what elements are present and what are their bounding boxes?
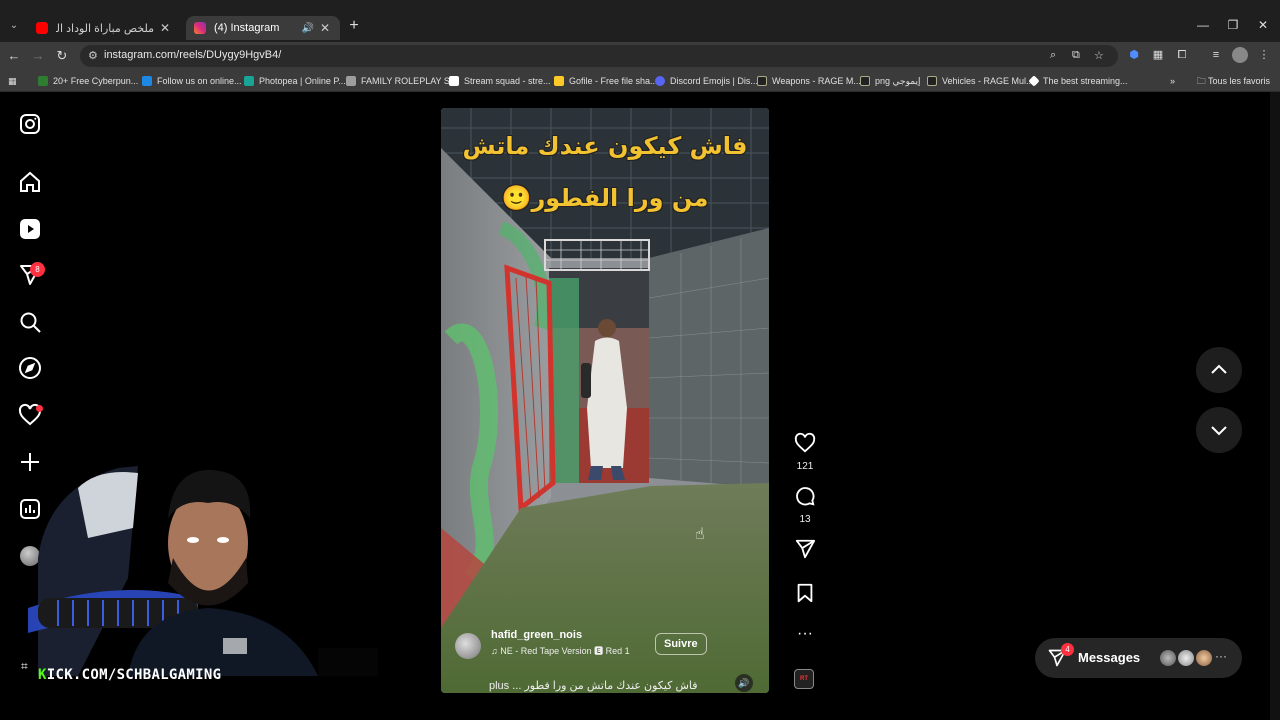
instagram-logo-icon[interactable] (18, 112, 42, 136)
reel-video[interactable]: فاش كيكون عندك ماتش من ورا الفطور🙂 hafid… (441, 108, 769, 693)
tab-instagram[interactable]: (4) Instagram 🔊 ✕ (186, 16, 340, 40)
contact-avatar (1195, 649, 1213, 667)
minimize-button[interactable]: — (1188, 18, 1218, 32)
bookmark-item[interactable]: png إيموجي (860, 74, 920, 88)
more-dots-icon: ··· (1215, 649, 1227, 663)
speaker-icon[interactable]: 🔊 (302, 23, 314, 34)
bookmark-star-icon[interactable]: ☆ (1094, 49, 1104, 62)
address-bar[interactable]: ⚙ instagram.com/reels/DUygy9HgvB4/ ⌕ ⧉ ☆ (80, 45, 1118, 67)
notification-dot (36, 405, 43, 412)
share-action[interactable] (792, 538, 818, 565)
like-heart-icon (794, 432, 816, 453)
audio-thumbnail[interactable]: RT (794, 669, 814, 689)
tab-title: (4) Instagram (214, 22, 280, 34)
apps-grid-icon[interactable]: ▦ (8, 74, 17, 88)
chevron-up-icon (1211, 364, 1227, 374)
restore-button[interactable]: ❐ (1218, 18, 1248, 32)
author-username[interactable]: hafid_green_nois (491, 629, 582, 641)
save-action[interactable] (792, 582, 818, 609)
media-control-icon[interactable]: ≡ (1208, 47, 1224, 63)
messages-badge: 4 (1061, 643, 1074, 656)
all-bookmarks-folder[interactable]: 🗀 Tous les favoris (1197, 74, 1270, 90)
comment-action[interactable]: 13 (792, 485, 818, 525)
messages-label: Messages (1078, 650, 1141, 665)
like-count: 121 (796, 461, 814, 472)
chevron-down-icon (1211, 426, 1227, 436)
page-scrollbar[interactable] (1270, 92, 1280, 720)
browser-menu-icon[interactable]: ⋮ (1256, 47, 1272, 63)
messages-button[interactable]: 4 Messages ··· (1035, 638, 1242, 678)
bookmark-item[interactable]: Stream squad - stre... (449, 74, 551, 88)
bookmark-item[interactable]: The best streaming... (1028, 74, 1128, 88)
extensions-puzzle-icon[interactable]: ⧠ (1174, 47, 1190, 63)
webcam-feed-image (28, 466, 378, 676)
search-icon[interactable] (18, 310, 42, 334)
youtube-favicon-icon (36, 22, 48, 34)
more-options-icon[interactable]: ··· (792, 625, 818, 643)
close-window-button[interactable]: ✕ (1248, 18, 1278, 32)
comment-icon (796, 487, 815, 506)
zoom-icon[interactable]: ⌕ (1050, 49, 1056, 62)
extension-shield-icon[interactable]: ⬢ (1126, 47, 1142, 63)
comment-count: 13 (799, 514, 811, 525)
author-avatar[interactable] (455, 633, 481, 659)
contact-avatar (1159, 649, 1177, 667)
share-icon (795, 539, 816, 559)
url-text: instagram.com/reels/DUygy9HgvB4/ (104, 49, 282, 61)
reels-icon[interactable] (18, 217, 42, 241)
tab-search-chevron-icon[interactable]: ⌄ (6, 18, 22, 34)
bookmark-item[interactable]: Vehicles - RAGE Mul... (927, 74, 1034, 88)
bookmark-item[interactable]: Weapons - RAGE M... (757, 74, 861, 88)
volume-icon[interactable]: 🔊 (735, 674, 753, 692)
tab-youtube[interactable]: ملخص مباراة الوداد المغربي وعزا ✕ (28, 16, 180, 40)
install-app-icon[interactable]: ⧉ (1072, 49, 1080, 62)
audio-track[interactable]: ♫ NE - Red Tape Version 🅴 Red 1 (491, 644, 630, 657)
bookmark-item[interactable]: FAMILY ROLEPLAY S... (346, 74, 457, 88)
close-tab-icon[interactable]: ✕ (158, 21, 172, 35)
reload-button[interactable]: ↻ (54, 48, 70, 64)
site-info-icon[interactable]: ⚙ (88, 49, 98, 62)
profile-avatar-icon[interactable] (1232, 47, 1248, 63)
next-reel-button[interactable] (1196, 407, 1242, 453)
instagram-page: 8 فاش كيكون عندك ماتش من ورا الفطور🙂 haf… (0, 92, 1280, 720)
hand-cursor-icon: ☝ (695, 526, 705, 543)
reel-caption[interactable]: plus ... فاش كيكون عندك ماتش من ورا فطور (489, 679, 698, 692)
back-button[interactable]: ← (6, 48, 22, 64)
follow-button[interactable]: Suivre (655, 633, 707, 655)
extension-grid-icon[interactable]: ▦ (1150, 47, 1166, 63)
bookmark-item[interactable]: 20+ Free Cyberpun... (38, 74, 138, 88)
browser-toolbar: ← → ↻ ⚙ instagram.com/reels/DUygy9HgvB4/… (0, 42, 1280, 70)
forward-button[interactable]: → (30, 48, 46, 64)
kick-logo-icon: ⌗ (21, 659, 28, 673)
close-tab-icon[interactable]: ✕ (318, 21, 332, 35)
notification-badge: 8 (30, 262, 45, 277)
home-icon[interactable] (18, 170, 42, 194)
like-action[interactable]: 121 (792, 432, 818, 472)
more-bookmarks-icon[interactable]: » (1170, 74, 1175, 88)
kick-channel-url: KICK.COM/SCHBALGAMING (38, 667, 222, 683)
bookmark-icon (797, 583, 813, 603)
browser-tab-strip: ⌄ ملخص مباراة الوداد المغربي وعزا ✕ (4) … (0, 0, 1280, 42)
previous-reel-button[interactable] (1196, 347, 1242, 393)
contact-avatar (1177, 649, 1195, 667)
bookmark-item[interactable]: Follow us on online... (142, 74, 242, 88)
instagram-favicon-icon (194, 22, 206, 34)
folder-icon: 🗀 (1196, 76, 1208, 86)
bookmark-item[interactable]: Discord Emojis | Dis... (655, 74, 758, 88)
new-tab-button[interactable]: + (346, 18, 362, 34)
tab-title: ملخص مباراة الوداد المغربي وعزا (56, 22, 154, 35)
video-caption-line2: من ورا الفطور🙂 (501, 184, 709, 212)
explore-icon[interactable] (18, 356, 42, 380)
bookmarks-bar: ▦ 20+ Free Cyberpun... Follow us on onli… (0, 70, 1280, 92)
bookmark-item[interactable]: Gofile - Free file sha... (554, 74, 658, 88)
streamer-webcam-overlay (18, 448, 378, 676)
bookmark-item[interactable]: Photopea | Online P... (244, 74, 346, 88)
video-caption-line1: فاش كيكون عندك ماتش (462, 132, 748, 160)
